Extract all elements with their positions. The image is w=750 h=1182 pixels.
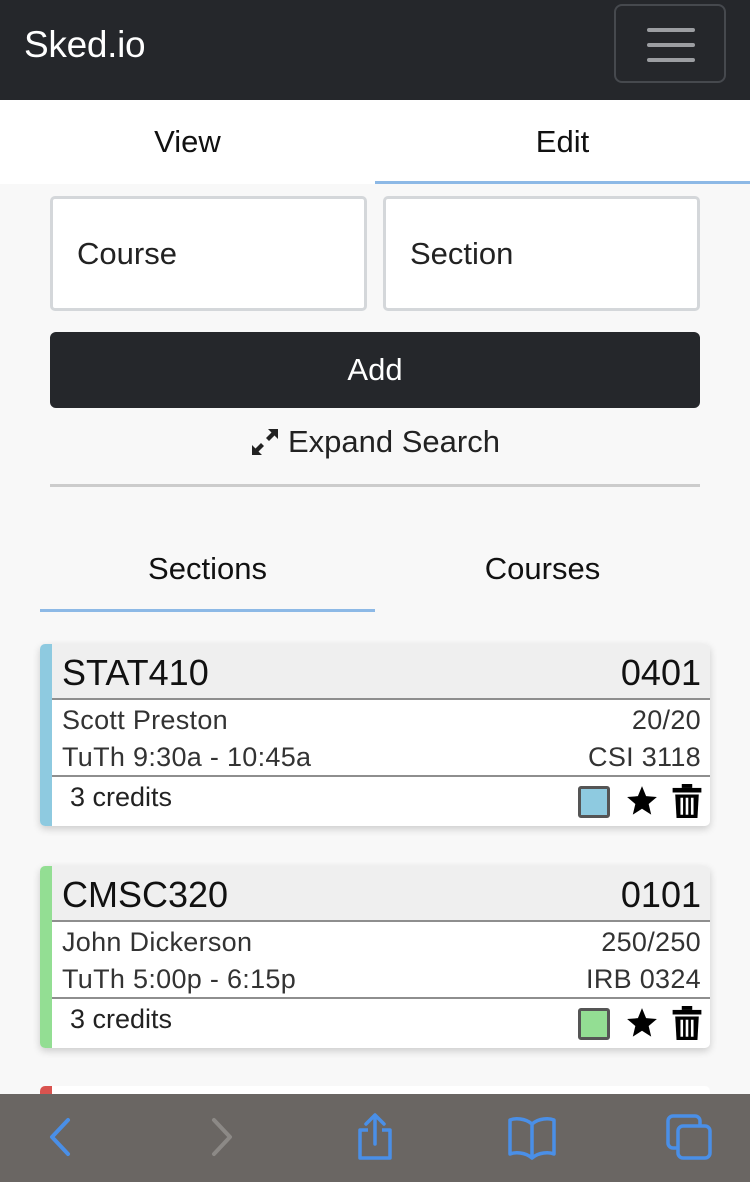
tab-edit[interactable]: Edit: [375, 100, 750, 184]
section-number: 0101: [620, 874, 701, 915]
share-icon[interactable]: [350, 1112, 400, 1162]
navbar: Sked.io: [0, 0, 750, 100]
section-card-header: CMSC320 0101: [52, 866, 710, 922]
course-input[interactable]: [50, 196, 367, 311]
instructor-row: Scott Preston 20/20: [62, 705, 701, 741]
section-card-header: STAT410 0401: [52, 644, 710, 700]
trash-icon[interactable]: [672, 1006, 702, 1040]
color-picker-swatch[interactable]: [578, 1008, 610, 1040]
section-card[interactable]: STAT410 0401 Scott Preston 20/20 TuTh 9:…: [40, 644, 710, 826]
course-code: STAT410: [62, 652, 209, 693]
expand-search-label: Expand Search: [288, 424, 500, 459]
forward-icon[interactable]: [196, 1112, 246, 1162]
expand-arrows-icon: [250, 427, 280, 457]
star-icon[interactable]: [625, 784, 659, 818]
meeting-time: TuTh 9:30a - 10:45a: [62, 742, 312, 772]
main-tabs: View Edit: [0, 100, 750, 184]
room: IRB 0324: [586, 964, 701, 994]
divider: [50, 484, 700, 487]
section-card[interactable]: CMSC320 0101 John Dickerson 250/250 TuTh…: [40, 866, 710, 1048]
instructor-row: John Dickerson 250/250: [62, 927, 701, 963]
expand-search-link[interactable]: Expand Search: [0, 424, 750, 472]
trash-icon[interactable]: [672, 784, 702, 818]
instructor-name: Scott Preston: [62, 705, 228, 735]
section-number: 0401: [620, 652, 701, 693]
section-input[interactable]: [383, 196, 700, 311]
instructor-name: John Dickerson: [62, 927, 253, 957]
seat-count: 250/250: [601, 927, 701, 957]
time-row: TuTh 5:00p - 6:15p IRB 0324: [62, 964, 701, 1000]
card-divider: [52, 775, 710, 777]
color-picker-swatch[interactable]: [578, 786, 610, 818]
credits: 3 credits: [70, 782, 173, 812]
bookmarks-icon[interactable]: [507, 1112, 557, 1162]
tab-view[interactable]: View: [0, 100, 375, 184]
card-divider: [52, 997, 710, 999]
course-code: CMSC320: [62, 874, 229, 915]
section-color-stripe: [40, 644, 52, 826]
time-row: TuTh 9:30a - 10:45a CSI 3118: [62, 742, 701, 778]
back-icon[interactable]: [36, 1112, 86, 1162]
tabs-icon[interactable]: [664, 1112, 714, 1162]
hamburger-menu-icon[interactable]: [614, 4, 726, 83]
tab-courses[interactable]: Courses: [375, 540, 710, 612]
credits: 3 credits: [70, 1004, 173, 1034]
meeting-time: TuTh 5:00p - 6:15p: [62, 964, 297, 994]
room: CSI 3118: [588, 742, 701, 772]
star-icon[interactable]: [625, 1006, 659, 1040]
seat-count: 20/20: [631, 705, 701, 735]
browser-toolbar: [0, 1094, 750, 1182]
add-button[interactable]: Add: [50, 332, 700, 408]
tab-sections[interactable]: Sections: [40, 540, 375, 612]
brand-logo[interactable]: Sked.io: [24, 24, 146, 66]
section-color-stripe: [40, 866, 52, 1048]
